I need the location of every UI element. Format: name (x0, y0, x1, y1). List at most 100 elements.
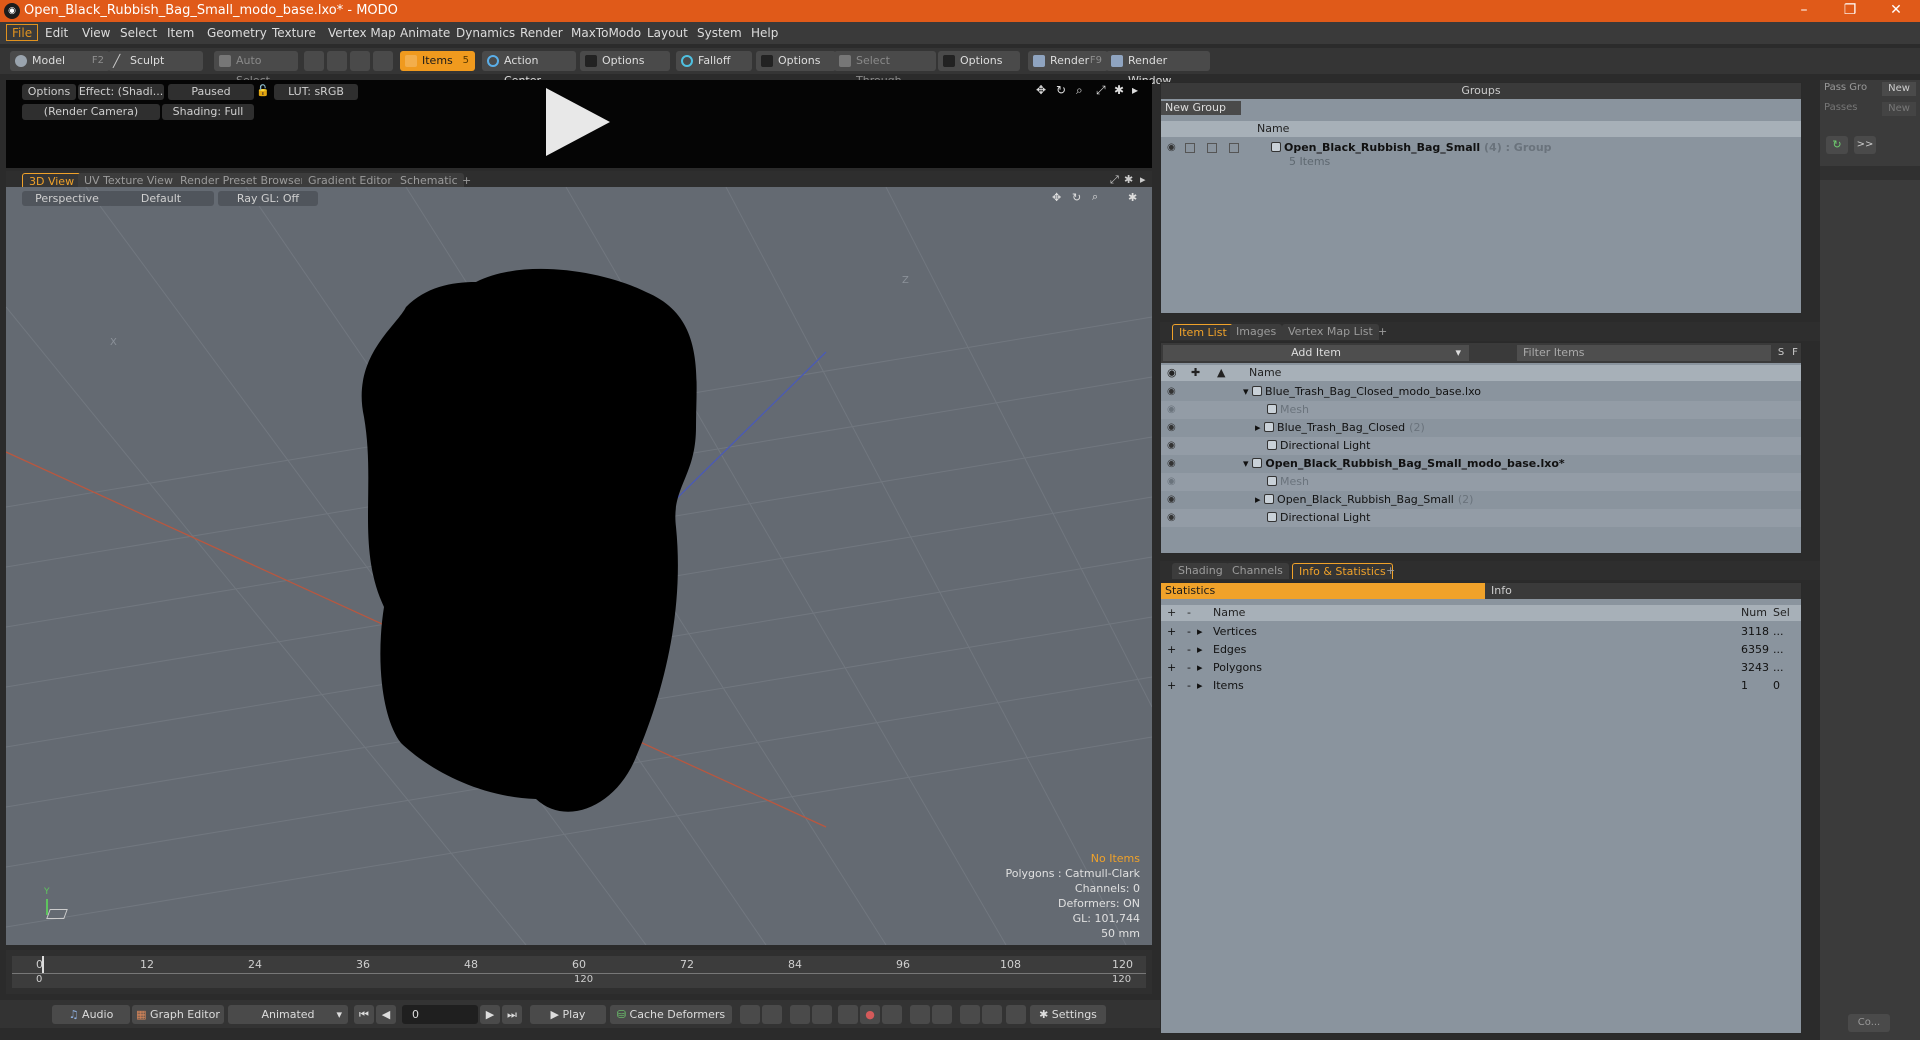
effect-dropdown[interactable]: Effect: (Shadi... (78, 84, 164, 100)
rubbish-bag-mesh[interactable] (361, 268, 697, 812)
menu-render[interactable]: Render (515, 25, 568, 42)
lock-icon[interactable] (1185, 143, 1195, 153)
stats-row[interactable]: + - ▸ Vertices 3118... (1161, 623, 1801, 641)
stats-row[interactable]: + - ▸ Polygons 3243... (1161, 659, 1801, 677)
collapse-button[interactable]: - (1187, 623, 1191, 641)
go-end-button[interactable]: ⏭ (502, 1005, 522, 1024)
menu-layout[interactable]: Layout (642, 25, 693, 42)
vertices-mode-button[interactable] (304, 51, 324, 71)
add-tab-button[interactable]: + (1372, 324, 1393, 340)
minimize-button[interactable]: – (1784, 0, 1824, 22)
lut-dropdown[interactable]: LUT: sRGB (274, 84, 358, 100)
refresh-icon[interactable]: ↻ (1826, 136, 1848, 154)
raygl-dropdown[interactable]: Ray GL: Off (218, 191, 318, 206)
menu-select[interactable]: Select (115, 25, 162, 42)
item-list-row[interactable]: ◉ Directional Light (1161, 437, 1801, 455)
chevron-right-icon[interactable]: ▸ (1197, 659, 1203, 677)
stats-row[interactable]: + - ▸ Items 1 0 (1161, 677, 1801, 695)
gear-icon[interactable]: ✱ (1114, 84, 1126, 96)
falloff-button[interactable]: Falloff (676, 51, 752, 71)
menu-animate[interactable]: Animate (395, 25, 455, 42)
s-toggle[interactable]: S (1775, 345, 1787, 361)
edges-mode-button[interactable] (327, 51, 347, 71)
collapse-button[interactable]: - (1187, 659, 1191, 677)
chevron-right-icon[interactable]: ▸ (1197, 623, 1203, 641)
eye-icon[interactable]: ◉ (1167, 441, 1179, 451)
tab-vertex-map-list[interactable]: Vertex Map List (1282, 324, 1379, 340)
prev-frame-button[interactable]: ◀ (376, 1005, 396, 1024)
maximize-icon[interactable]: ⤢ (1110, 173, 1119, 187)
key-prev-button[interactable] (790, 1005, 810, 1024)
menu-item[interactable]: Item (162, 25, 199, 42)
settings-button[interactable]: ✱ Settings (1030, 1005, 1106, 1024)
menu-geometry[interactable]: Geometry (202, 25, 272, 42)
move-view-icon[interactable]: ✥ (1052, 191, 1061, 204)
zoom-view-icon[interactable]: ⌕ (1076, 84, 1088, 96)
falloff-options-button[interactable]: Options (756, 51, 836, 71)
new-pass-group-button[interactable]: New (1882, 82, 1916, 96)
eye-icon[interactable]: ◉ (1167, 495, 1179, 505)
expand-button[interactable]: + (1167, 623, 1176, 641)
eye-icon[interactable]: ◉ (1167, 143, 1179, 153)
eye-icon[interactable]: ◉ (1167, 459, 1179, 469)
shading-default-dropdown[interactable]: Default (108, 191, 214, 206)
shading-dropdown[interactable]: Shading: Full (162, 104, 254, 120)
tab-shading[interactable]: Shading (1172, 563, 1229, 579)
render-window-button[interactable]: Render Window (1106, 51, 1210, 87)
select-through-options-button[interactable]: Options (938, 51, 1020, 71)
items-mode-button[interactable]: Items 5 (400, 51, 475, 71)
key-button[interactable] (1006, 1005, 1026, 1024)
play-icon[interactable] (546, 88, 610, 156)
collapse-button[interactable]: - (1187, 641, 1191, 659)
item-list-row[interactable]: ◉ Mesh (1161, 473, 1801, 491)
maximize-icon[interactable]: ⤢ (1096, 84, 1108, 96)
action-center-button[interactable]: Action Center (482, 51, 576, 87)
new-group-button[interactable]: New Group (1161, 101, 1241, 115)
polygons-mode-button[interactable] (350, 51, 370, 71)
expand-button[interactable]: + (1167, 641, 1176, 659)
menu-dynamics[interactable]: Dynamics (451, 25, 520, 42)
key-button[interactable] (882, 1005, 902, 1024)
chevron-right-icon[interactable]: ▸ (1197, 641, 1203, 659)
command-input[interactable]: Co... (1848, 1014, 1890, 1032)
menu-system[interactable]: System (692, 25, 747, 42)
restore-button[interactable]: ❐ (1830, 0, 1870, 22)
record-button[interactable]: ● (860, 1005, 880, 1024)
new-pass-button[interactable]: New (1882, 102, 1916, 116)
render-button[interactable]: Render F9 (1028, 51, 1108, 71)
move-view-icon[interactable]: ✥ (1036, 84, 1048, 96)
filter-items-input[interactable]: Filter Items (1517, 345, 1771, 361)
cache-deformers-button[interactable]: ⛁ Cache Deformers (610, 1005, 732, 1024)
zoom-view-icon[interactable]: ⌕ (1092, 190, 1098, 204)
eye-icon[interactable]: ◉ (1167, 477, 1179, 487)
tab-images[interactable]: Images (1230, 324, 1283, 340)
menu-texture[interactable]: Texture (267, 25, 321, 42)
preview-options-button[interactable]: Options (22, 84, 76, 100)
menu-vertex-map[interactable]: Vertex Map (323, 25, 401, 42)
info-tab[interactable]: Info (1485, 583, 1801, 599)
chevron-right-icon[interactable]: ▸ (1197, 677, 1203, 695)
tab-info-statistics[interactable]: Info & Statistics (1292, 563, 1393, 579)
menu-edit[interactable]: Edit (40, 25, 73, 42)
eye-icon[interactable]: ◉ (1167, 387, 1179, 397)
add-item-dropdown[interactable]: Add Item ▾ (1163, 345, 1469, 361)
frame-input[interactable]: 0 (402, 1005, 478, 1024)
item-list-row[interactable]: ◉ ▾ Open_Black_Rubbish_Bag_Small_modo_bas… (1161, 455, 1801, 473)
item-list-row[interactable]: ◉ Directional Light (1161, 509, 1801, 527)
expand-button[interactable]: + (1167, 659, 1176, 677)
eye-icon[interactable]: ◉ (1167, 405, 1179, 415)
gear-icon[interactable]: ✱ (1124, 173, 1133, 186)
action-center-options-button[interactable]: Options (580, 51, 670, 71)
audio-button[interactable]: ♫ Audio (52, 1005, 130, 1024)
statistics-tab[interactable]: Statistics (1161, 583, 1485, 599)
item-list-row[interactable]: ◉ Mesh (1161, 401, 1801, 419)
auto-select-button[interactable]: Auto Select (214, 51, 298, 87)
model-button[interactable]: Model F2 (10, 51, 110, 71)
item-list-row[interactable]: ◉ ▸ Blue_Trash_Bag_Closed (2) (1161, 419, 1801, 437)
tab-channels[interactable]: Channels (1226, 563, 1289, 579)
stats-row[interactable]: + - ▸ Edges 6359... (1161, 641, 1801, 659)
timeline-ruler[interactable]: 0 12 24 36 48 60 72 84 96 108 120 0 120 … (12, 956, 1146, 988)
add-tab-button[interactable]: + (1380, 563, 1401, 579)
key-next-button[interactable] (812, 1005, 832, 1024)
checkbox-icon[interactable] (1207, 143, 1217, 153)
